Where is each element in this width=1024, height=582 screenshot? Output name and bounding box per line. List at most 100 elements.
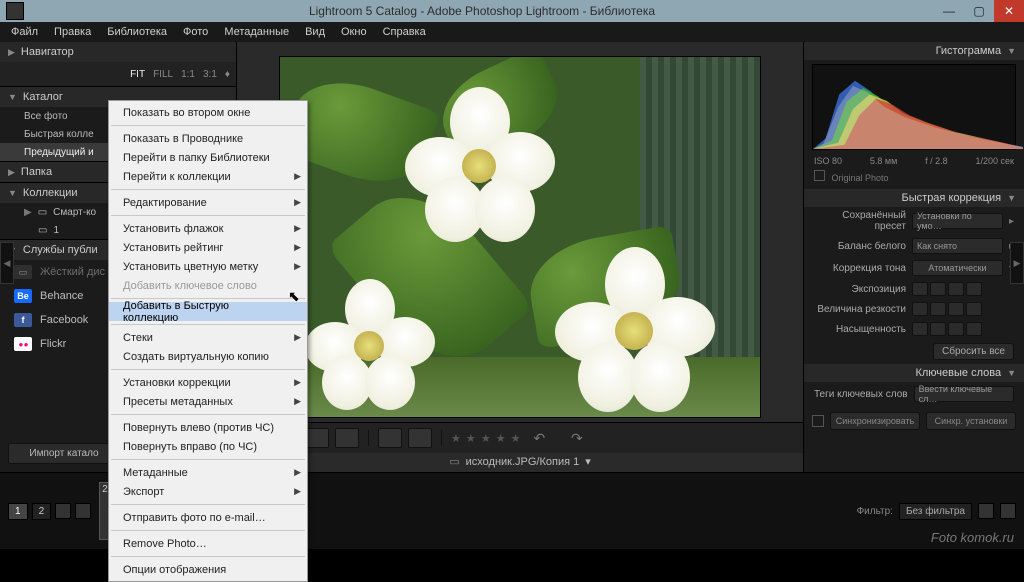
fs-grid-button[interactable] <box>55 503 71 519</box>
separator <box>111 414 305 415</box>
histogram[interactable] <box>812 64 1016 150</box>
context-menu-item[interactable]: Добавить в Быструю коллекцию <box>109 302 307 321</box>
stepper-button[interactable] <box>912 302 928 316</box>
quickdev-label: Быстрая коррекция <box>902 192 1002 204</box>
histo-focal: 5.8 мм <box>870 156 897 166</box>
context-menu-item[interactable]: Установить флажок▶ <box>109 219 307 238</box>
stepper-button[interactable] <box>948 282 964 296</box>
filter-select[interactable]: Без фильтра <box>899 503 972 520</box>
stepper-button[interactable] <box>966 302 982 316</box>
menu-file[interactable]: Файл <box>4 24 45 40</box>
stepper-button[interactable] <box>966 322 982 336</box>
keywords-header[interactable]: Ключевые слова ▼ <box>804 364 1024 382</box>
histogram-header[interactable]: Гистограмма ▼ <box>804 42 1024 60</box>
menu-library[interactable]: Библиотека <box>100 24 174 40</box>
zoom-fit[interactable]: FIT <box>130 69 145 80</box>
context-menu-item[interactable]: Отправить фото по e-mail… <box>109 508 307 527</box>
stepper-button[interactable] <box>930 322 946 336</box>
menu-window[interactable]: Окно <box>334 24 374 40</box>
rating-stars[interactable]: ★ ★ ★ ★ ★ <box>451 432 522 445</box>
menu-photo[interactable]: Фото <box>176 24 215 40</box>
separator <box>368 430 369 446</box>
right-panel: ▶ Гистограмма ▼ ISO 80 5.8 мм f / 2.8 1/… <box>803 42 1024 472</box>
context-menu-item[interactable]: Перейти к коллекции▶ <box>109 167 307 186</box>
sync-checkbox[interactable] <box>812 415 824 427</box>
hdd-icon: ▭ <box>14 265 32 279</box>
menu-metadata[interactable]: Метаданные <box>217 24 296 40</box>
separator <box>111 556 305 557</box>
import-button[interactable]: Импорт катало <box>8 443 120 464</box>
stepper-button[interactable] <box>930 282 946 296</box>
stepper-button[interactable] <box>930 302 946 316</box>
context-menu-item[interactable]: Метаданные▶ <box>109 463 307 482</box>
sync-settings-button[interactable]: Синхр. установки <box>926 412 1016 430</box>
window-buttons: — ▢ ✕ <box>934 0 1024 22</box>
context-menu-item[interactable]: Установки коррекции▶ <box>109 373 307 392</box>
menu-help[interactable]: Справка <box>376 24 433 40</box>
context-menu-item[interactable]: Повернуть вправо (по ЧС) <box>109 437 307 456</box>
catalog-previous-label: Предыдущий и <box>24 147 94 158</box>
context-menu-item[interactable]: Повернуть влево (против ЧС) <box>109 418 307 437</box>
qd-reset-button[interactable]: Сбросить все <box>933 343 1014 360</box>
stepper-button[interactable] <box>912 322 928 336</box>
checkbox-icon[interactable] <box>814 170 825 181</box>
context-menu-item[interactable]: Установить рейтинг▶ <box>109 238 307 257</box>
separator <box>111 324 305 325</box>
filter-flag-button[interactable] <box>978 503 994 519</box>
navigator-header[interactable]: ▶ Навигатор <box>0 42 236 62</box>
zoom-stepper-icon[interactable]: ♦ <box>225 69 230 80</box>
context-menu-item[interactable]: Экспорт▶ <box>109 482 307 501</box>
qd-wb-row: Баланс белого Как снято ▸ <box>804 235 1024 257</box>
context-menu-item[interactable]: Remove Photo… <box>109 534 307 553</box>
context-menu-item[interactable]: Опции отображения <box>109 560 307 579</box>
qd-auto-tone-button[interactable]: Атоматически <box>912 260 1003 276</box>
qd-clarity-steppers <box>912 302 982 316</box>
context-menu-item[interactable]: Перейти в папку Библиотеки <box>109 148 307 167</box>
context-menu-item[interactable]: Редактирование▶ <box>109 193 307 212</box>
flag-reject-button[interactable] <box>408 428 432 448</box>
facebook-icon: f <box>14 313 32 327</box>
filmstrip-controls: 1 2 <box>8 503 91 520</box>
compare-view-button[interactable] <box>305 428 329 448</box>
context-menu-item[interactable]: Показать в Проводнике <box>109 129 307 148</box>
separator <box>111 215 305 216</box>
zoom-3-1[interactable]: 3:1 <box>203 69 217 80</box>
context-menu-item[interactable]: Установить цветную метку▶ <box>109 257 307 276</box>
publish-behance-label: Behance <box>40 290 83 302</box>
separator <box>111 189 305 190</box>
flag-pick-button[interactable] <box>378 428 402 448</box>
close-button[interactable]: ✕ <box>994 0 1024 22</box>
stepper-button[interactable] <box>966 282 982 296</box>
photo-preview[interactable] <box>279 56 761 418</box>
submenu-arrow-icon: ▶ <box>294 171 301 182</box>
separator <box>111 530 305 531</box>
fs-grid-button[interactable] <box>75 503 91 519</box>
fs-view-1[interactable]: 1 <box>8 503 28 520</box>
stepper-button[interactable] <box>948 322 964 336</box>
rotate-buttons[interactable]: ↶ ↷ <box>534 430 589 447</box>
context-menu-item[interactable]: Создать виртуальную копию <box>109 347 307 366</box>
maximize-button[interactable]: ▢ <box>964 0 994 22</box>
minimize-button[interactable]: — <box>934 0 964 22</box>
caption-dropdown-icon[interactable]: ▾ <box>585 455 591 468</box>
context-menu-item[interactable]: Стеки▶ <box>109 328 307 347</box>
zoom-fill[interactable]: FILL <box>153 69 173 80</box>
chevron-right-icon[interactable]: ▸ <box>1009 216 1014 227</box>
sync-button[interactable]: Синхронизировать <box>830 412 920 430</box>
filter-lock-button[interactable] <box>1000 503 1016 519</box>
stepper-button[interactable] <box>948 302 964 316</box>
menu-edit[interactable]: Правка <box>47 24 98 40</box>
context-menu-item[interactable]: Пресеты метаданных▶ <box>109 392 307 411</box>
quickdev-header[interactable]: Быстрая коррекция ▼ <box>804 189 1024 207</box>
qd-wb-select[interactable]: Как снято <box>912 238 1003 254</box>
fs-view-2[interactable]: 2 <box>32 503 52 520</box>
right-panel-grip[interactable]: ▶ <box>1010 242 1024 284</box>
keywords-input[interactable]: Ввести ключевые сл… <box>914 386 1014 402</box>
qd-preset-select[interactable]: Установки по умо… <box>912 213 1003 229</box>
survey-view-button[interactable] <box>335 428 359 448</box>
context-menu-item[interactable]: Показать во втором окне <box>109 103 307 122</box>
separator <box>111 504 305 505</box>
zoom-1-1[interactable]: 1:1 <box>181 69 195 80</box>
stepper-button[interactable] <box>912 282 928 296</box>
menu-view[interactable]: Вид <box>298 24 332 40</box>
